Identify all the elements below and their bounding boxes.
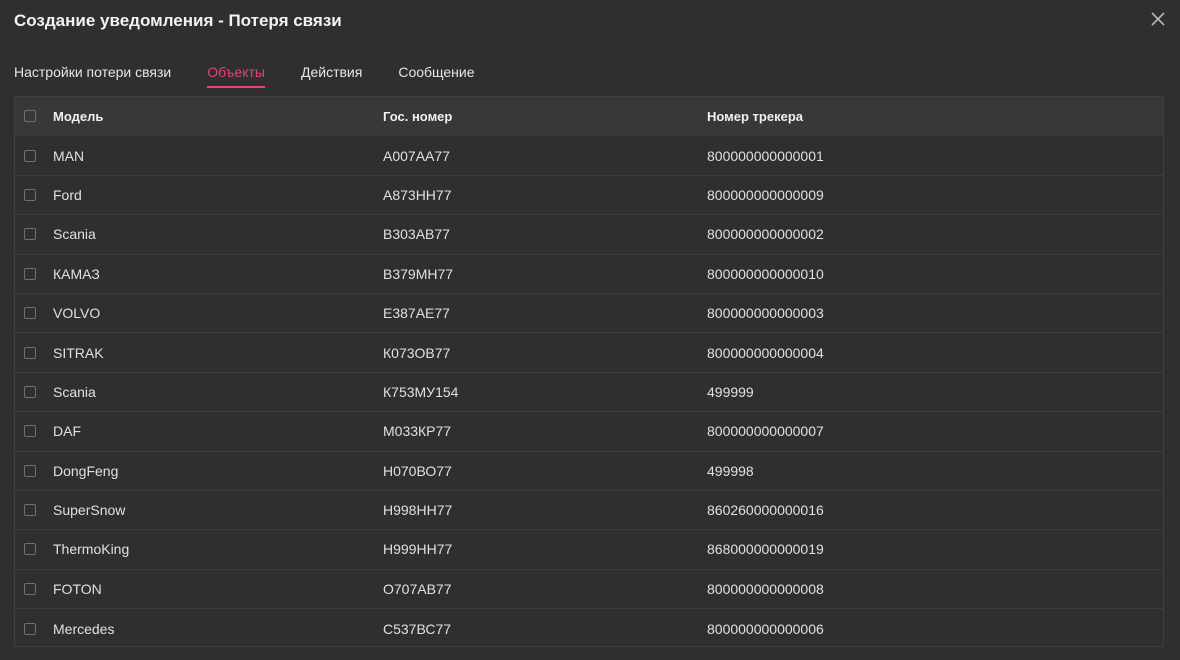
row-checkbox[interactable] [24,307,36,320]
row-checkbox[interactable] [24,504,36,517]
column-header-model[interactable]: Модель [53,109,103,124]
cell-model: SuperSnow [53,502,126,519]
table-row[interactable]: SuperSnow Н998НН77 860260000000016 [15,491,1163,531]
cell-tracker: 499998 [707,462,754,479]
table-row[interactable]: Mercedes С537ВС77 800000000000006 [15,609,1163,646]
close-icon[interactable] [1150,11,1166,27]
select-all-checkbox[interactable] [24,110,36,123]
row-checkbox[interactable] [24,346,36,359]
table-header: Модель Гос. номер Номер трекера [15,97,1163,137]
row-checkbox[interactable] [24,188,36,201]
cell-model: DongFeng [53,462,119,479]
tab-message[interactable]: Сообщение [398,62,474,88]
cell-plate: Н070ВО77 [383,462,452,479]
cell-tracker: 800000000000008 [707,580,824,597]
cell-tracker: 800000000000010 [707,265,824,282]
cell-plate: С537ВС77 [383,620,452,637]
table-row[interactable]: КАМАЗ В379МН77 800000000000010 [15,255,1163,294]
row-checkbox[interactable] [24,385,36,398]
cell-plate: А007АА77 [383,147,450,164]
cell-model: Ford [53,186,82,203]
table-row[interactable]: DAF М033КР77 800000000000007 [15,412,1163,452]
cell-model: Scania [53,226,96,243]
table-row[interactable]: ThermoKing Н999НН77 868000000000019 [15,530,1163,570]
cell-tracker: 860260000000016 [707,502,824,519]
cell-plate: М033КР77 [383,423,452,440]
table-row[interactable]: FOTON О707АВ77 800000000000008 [15,570,1163,610]
dialog-title: Создание уведомления - Потеря связи [14,11,342,30]
cell-tracker: 800000000000004 [707,344,824,361]
table-row[interactable]: SITRAK К073ОВ77 800000000000004 [15,333,1163,373]
tab-bar: Настройки потери связи Объекты Действия … [14,62,475,90]
table-row[interactable]: Scania К753МУ154 499999 [15,373,1163,413]
tab-objects[interactable]: Объекты [207,62,265,88]
tab-actions[interactable]: Действия [301,62,362,88]
cell-plate: К073ОВ77 [383,344,451,361]
cell-plate: А873НН77 [383,186,452,203]
row-checkbox[interactable] [24,228,36,241]
table-row[interactable]: Scania В303АВ77 800000000000002 [15,215,1163,255]
table-row[interactable]: MAN А007АА77 800000000000001 [15,136,1163,176]
cell-plate: О707АВ77 [383,580,452,597]
cell-model: ThermoKing [53,541,130,558]
cell-plate: Н999НН77 [383,541,453,558]
cell-plate: В379МН77 [383,265,454,282]
table-row[interactable]: VOLVO Е387АЕ77 800000000000003 [15,294,1163,334]
table-row[interactable]: Ford А873НН77 800000000000009 [15,176,1163,216]
cell-tracker: 800000000000003 [707,305,824,322]
table-row[interactable]: DongFeng Н070ВО77 499998 [15,452,1163,491]
cell-tracker: 868000000000019 [707,541,824,558]
cell-tracker: 800000000000002 [707,226,824,243]
row-checkbox[interactable] [24,425,36,438]
cell-tracker: 499999 [707,383,754,400]
row-checkbox[interactable] [24,464,36,477]
column-header-tracker[interactable]: Номер трекера [707,109,803,124]
tab-connection-loss-settings[interactable]: Настройки потери связи [14,62,171,88]
objects-table: Модель Гос. номер Номер трекера MAN А007… [14,96,1164,647]
cell-plate: Н998НН77 [383,502,453,519]
cell-model: MAN [53,147,85,164]
row-checkbox[interactable] [24,543,36,556]
column-header-plate[interactable]: Гос. номер [383,109,452,124]
cell-model: FOTON [53,580,102,597]
cell-model: VOLVO [53,305,101,322]
cell-model: Mercedes [53,620,115,637]
cell-model: SITRAK [53,344,104,361]
row-checkbox[interactable] [24,267,36,280]
notification-dialog: Создание уведомления - Потеря связи Наст… [0,0,1180,660]
row-checkbox[interactable] [24,149,36,162]
cell-plate: Е387АЕ77 [383,305,450,322]
cell-tracker: 800000000000007 [707,423,824,440]
cell-tracker: 800000000000009 [707,186,824,203]
cell-plate: К753МУ154 [383,383,459,400]
cell-model: DAF [53,423,81,440]
row-checkbox[interactable] [24,622,36,635]
row-checkbox[interactable] [24,582,36,595]
cell-tracker: 800000000000006 [707,620,824,637]
cell-model: КАМАЗ [53,265,100,282]
cell-tracker: 800000000000001 [707,147,824,164]
cell-plate: В303АВ77 [383,226,450,243]
cell-model: Scania [53,383,96,400]
